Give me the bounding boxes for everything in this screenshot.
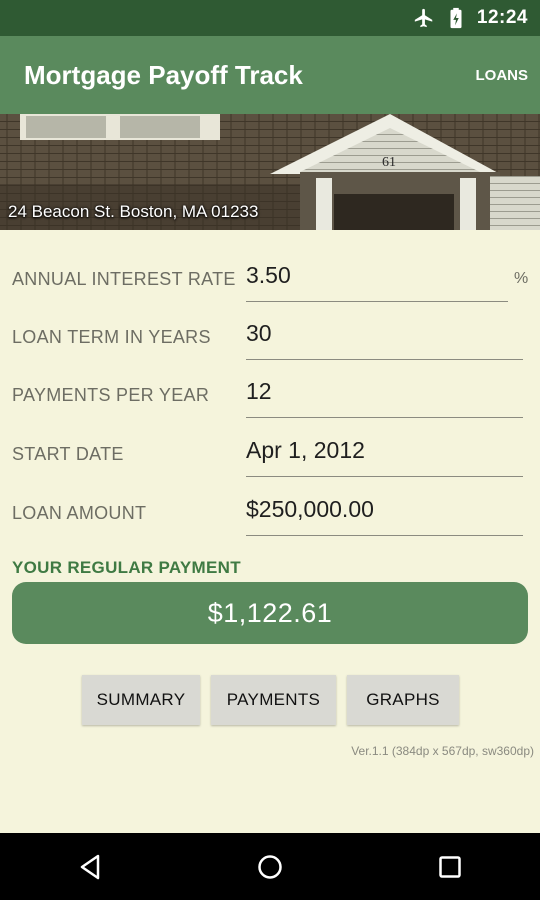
app-title: Mortgage Payoff Track xyxy=(24,59,303,90)
interest-rate-label: ANNUAL INTEREST RATE xyxy=(12,269,236,289)
interest-rate-row: ANNUAL INTEREST RATE % xyxy=(0,244,540,302)
status-time: 12:24 xyxy=(476,7,528,28)
battery-icon xyxy=(445,7,467,29)
regular-payment-label: YOUR REGULAR PAYMENT xyxy=(12,558,241,577)
loan-term-label: LOAN TERM IN YEARS xyxy=(12,327,211,347)
start-date-label: START DATE xyxy=(12,444,124,464)
loan-term-input[interactable] xyxy=(246,316,523,360)
app-bar: Mortgage Payoff Track LOANS xyxy=(0,36,540,114)
version-text: Ver.1.1 (384dp x 567dp, sw360dp) xyxy=(351,744,534,758)
interest-rate-input[interactable] xyxy=(246,258,508,302)
start-date-input[interactable] xyxy=(246,433,523,477)
house-number: 61 xyxy=(382,155,396,170)
loan-amount-label: LOAN AMOUNT xyxy=(12,503,147,523)
loan-term-row: LOAN TERM IN YEARS xyxy=(0,302,540,360)
recents-icon[interactable] xyxy=(420,837,480,897)
summary-button[interactable]: SUMMARY xyxy=(82,675,200,725)
regular-payment-box: $1,122.61 xyxy=(12,582,528,644)
back-icon[interactable] xyxy=(60,837,120,897)
loan-amount-row: LOAN AMOUNT xyxy=(0,478,540,536)
start-date-row: START DATE xyxy=(0,419,540,477)
loans-button[interactable]: LOANS xyxy=(476,59,529,92)
payments-button[interactable]: PAYMENTS xyxy=(211,675,336,725)
loan-amount-input[interactable] xyxy=(246,492,523,536)
airplane-icon xyxy=(413,7,435,29)
property-address: 24 Beacon St. Boston, MA 01233 xyxy=(8,202,259,221)
payments-per-year-label: PAYMENTS PER YEAR xyxy=(12,385,210,405)
navigation-bar xyxy=(0,833,540,900)
graphs-button[interactable]: GRAPHS xyxy=(347,675,459,725)
payments-per-year-input[interactable] xyxy=(246,374,523,418)
percent-unit: % xyxy=(514,270,529,287)
home-icon[interactable] xyxy=(240,837,300,897)
status-bar: 12:24 xyxy=(0,0,540,36)
house-banner-image: 61 24 Beacon St. Boston, MA 01233 xyxy=(0,114,540,230)
payments-per-year-row: PAYMENTS PER YEAR xyxy=(0,360,540,418)
regular-payment-value: $1,122.61 xyxy=(207,597,333,628)
